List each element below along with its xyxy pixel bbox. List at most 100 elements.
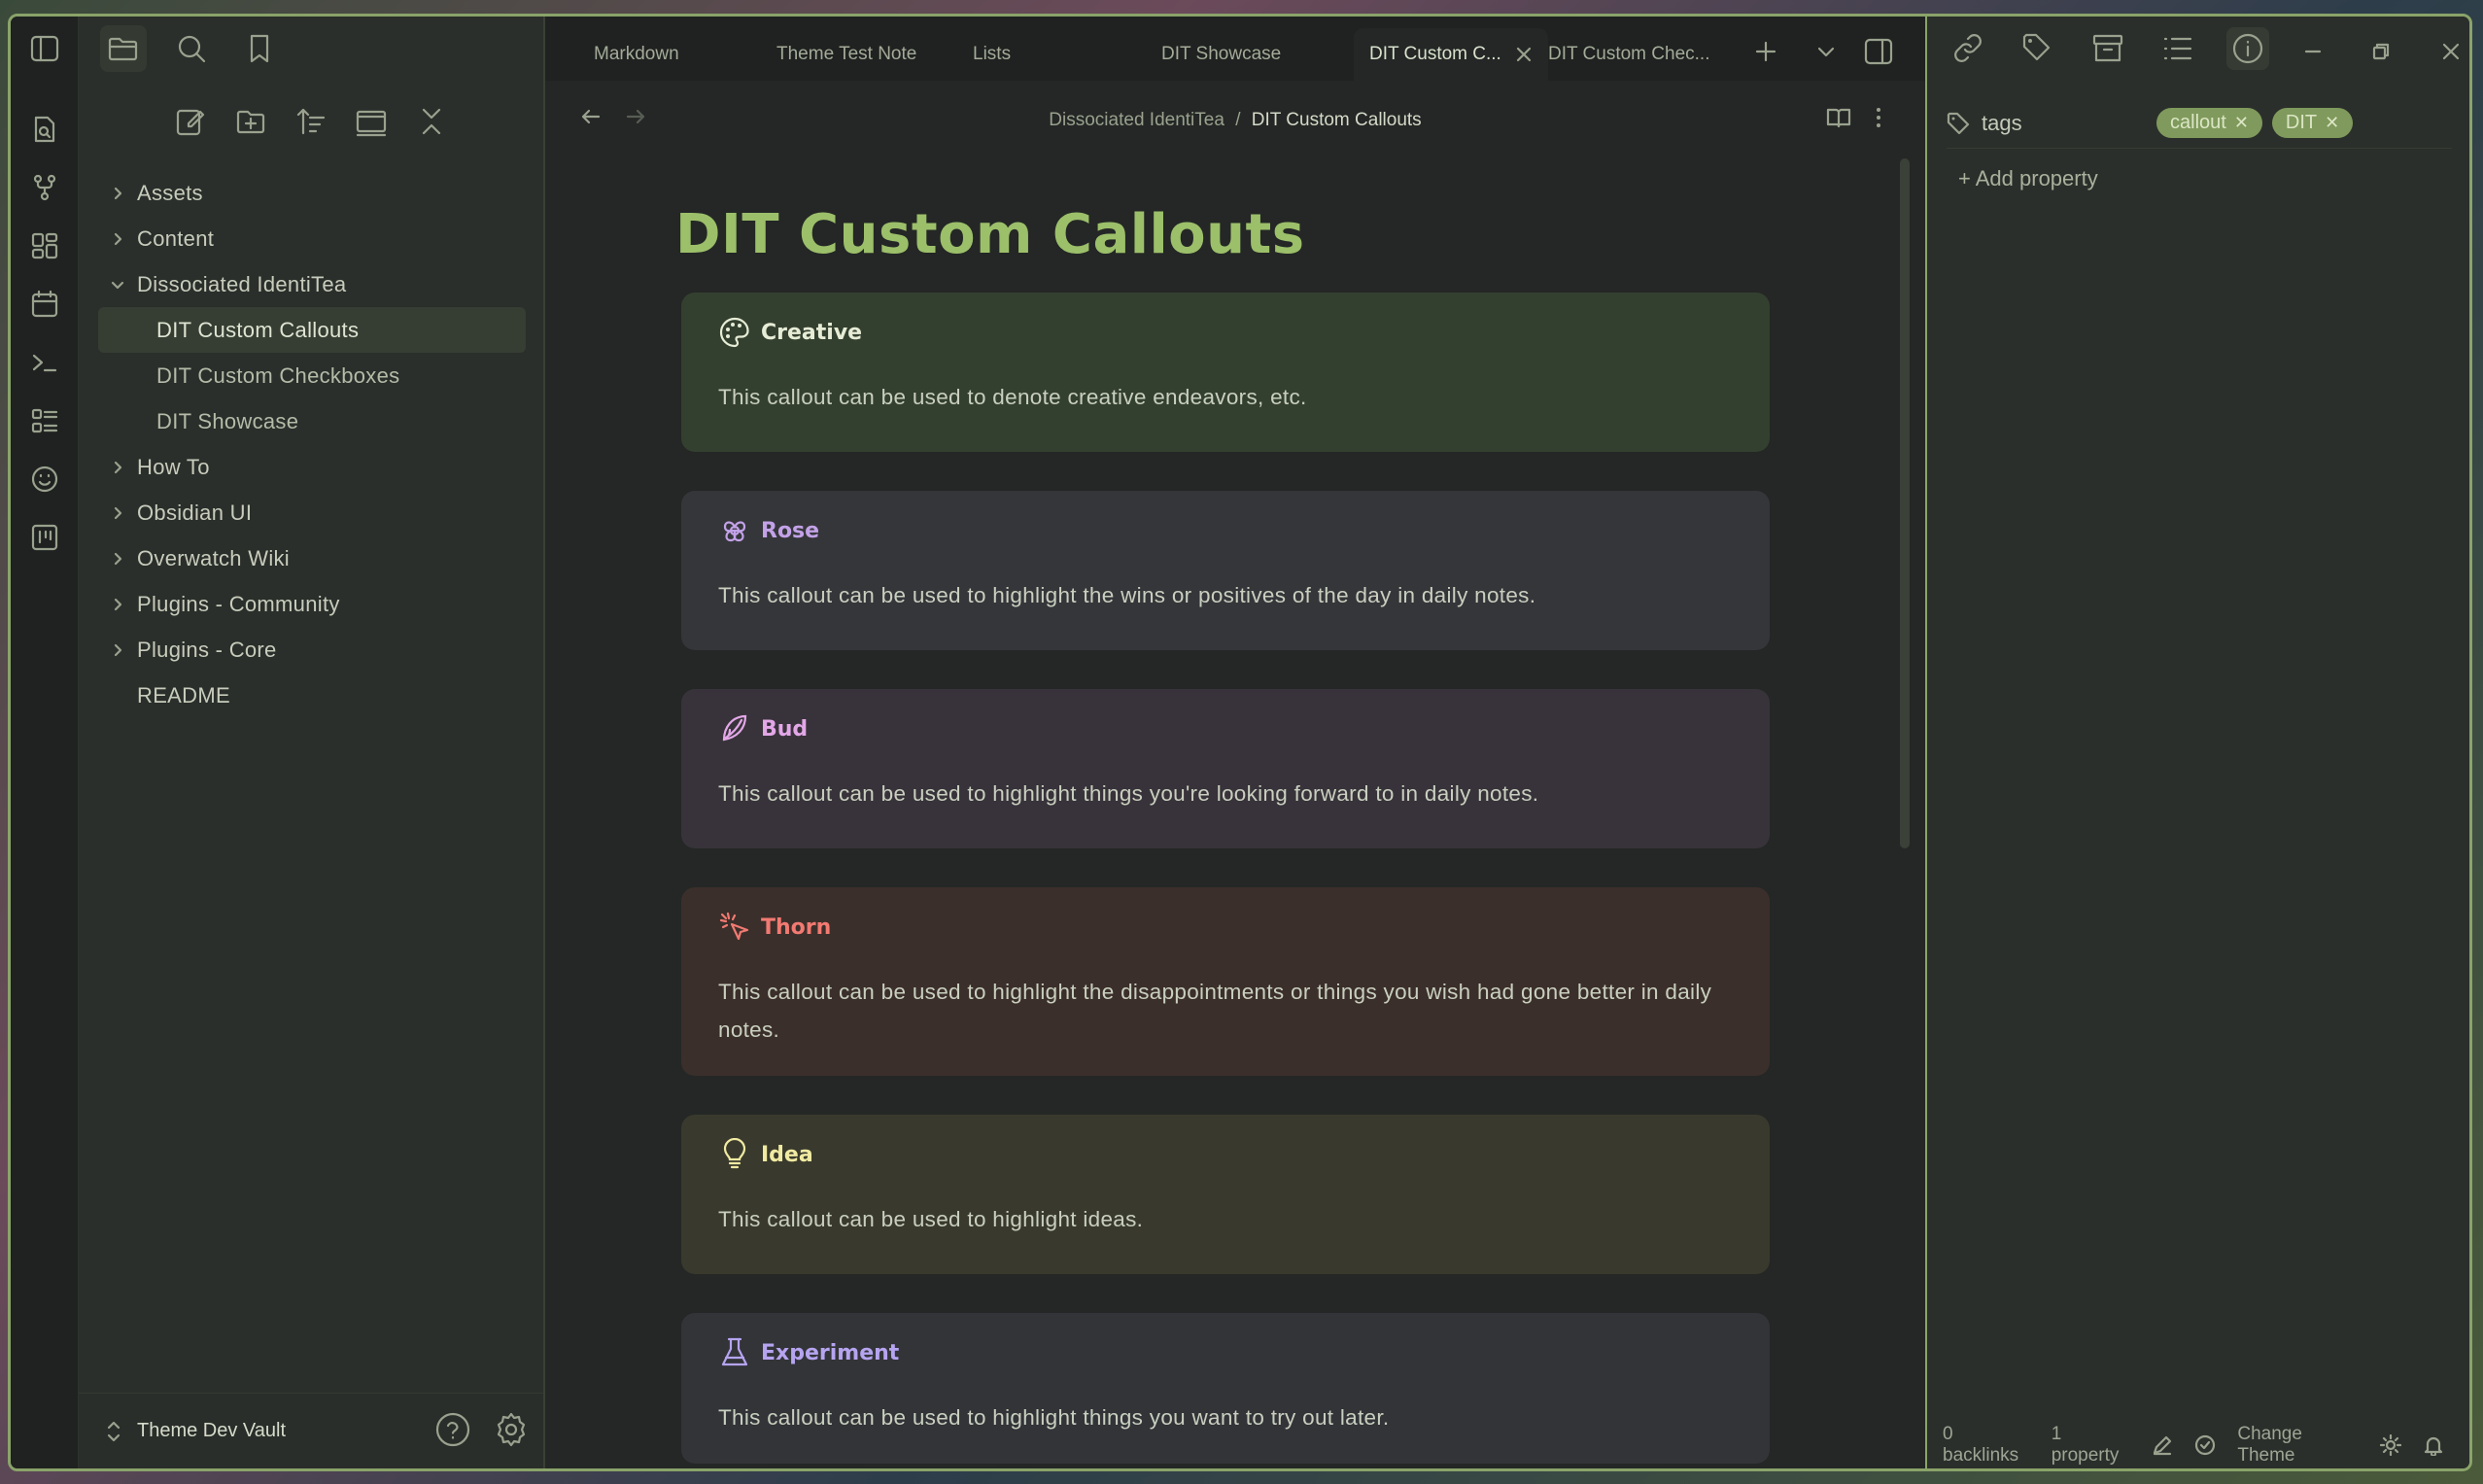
close-window-button[interactable]: [2436, 40, 2466, 63]
tree-folder-content[interactable]: Content: [98, 216, 526, 261]
callout-bud: Bud This callout can be used to highligh…: [681, 689, 1770, 848]
app-window: Assets Content Dissociated IdentiTea DIT…: [8, 14, 2472, 1471]
tree-folder-plugins-core[interactable]: Plugins - Core: [98, 627, 526, 673]
reading-view-button[interactable]: [1826, 106, 1851, 129]
breadcrumb-current: DIT Custom Callouts: [1251, 110, 1422, 130]
new-note-button[interactable]: [173, 104, 208, 139]
graph-view-button[interactable]: [11, 158, 79, 217]
tab-outline[interactable]: [2156, 27, 2199, 70]
gear-icon: [497, 1412, 526, 1447]
toggle-sidebar-button[interactable]: [11, 17, 79, 81]
breadcrumb-parent[interactable]: Dissociated IdentiTea: [1049, 110, 1224, 130]
templates-button[interactable]: [11, 392, 79, 450]
file-explorer-sidebar: Assets Content Dissociated IdentiTea DIT…: [79, 17, 545, 1468]
search-icon: [178, 35, 206, 63]
kanban-button[interactable]: [11, 508, 79, 567]
notification-bell-icon[interactable]: [2423, 1434, 2444, 1456]
flower-icon: [723, 521, 746, 542]
restore-icon: [2372, 43, 2390, 60]
remove-tag-icon[interactable]: ✕: [2325, 113, 2339, 133]
tree-folder-obsidian-ui[interactable]: Obsidian UI: [98, 490, 526, 535]
daily-note-button[interactable]: [11, 275, 79, 333]
help-circle-icon: [435, 1412, 470, 1447]
status-backlinks[interactable]: 0 backlinks: [1943, 1424, 2030, 1467]
collapse-all-button[interactable]: [414, 104, 449, 139]
bookmark-icon: [250, 34, 269, 63]
link-icon: [1954, 34, 1982, 62]
callout-rose: Rose This callout can be used to highlig…: [681, 491, 1770, 650]
tag-pill[interactable]: DIT ✕: [2271, 108, 2354, 138]
sort-button[interactable]: [293, 104, 328, 139]
tab-archive[interactable]: [2086, 27, 2129, 70]
note-content: DIT Custom Callouts Creative This callou…: [675, 143, 1770, 1468]
tree-item-label: Content: [137, 225, 215, 251]
command-palette-button[interactable]: [11, 333, 79, 392]
sync-check-icon[interactable]: [2194, 1434, 2216, 1456]
tree-folder-overwatch-wiki[interactable]: Overwatch Wiki: [98, 535, 526, 581]
new-tab-button[interactable]: [1748, 34, 1783, 69]
editor-scrollbar[interactable]: [1900, 158, 1910, 848]
close-icon: [2442, 43, 2460, 60]
editing-mode-icon[interactable]: [2152, 1434, 2173, 1456]
callout-body: This callout can be used to denote creat…: [718, 385, 1307, 409]
tree-item-label: Dissociated IdentiTea: [137, 271, 347, 296]
tab-markdown[interactable]: Markdown: [594, 28, 679, 81]
tree-file-dit-custom-checkboxes[interactable]: DIT Custom Checkboxes: [98, 353, 526, 398]
tree-folder-plugins-community[interactable]: Plugins - Community: [98, 581, 526, 627]
auto-reveal-button[interactable]: [354, 104, 389, 139]
tab-list-dropdown[interactable]: [1809, 34, 1844, 69]
tab-dit-showcase[interactable]: DIT Showcase: [1161, 28, 1281, 81]
toggle-right-sidebar-button[interactable]: [1861, 34, 1896, 69]
chevron-right-icon: [98, 505, 137, 521]
tab-dit-custom-checkboxes[interactable]: DIT Custom Chec...: [1548, 28, 1709, 81]
tag-pill[interactable]: callout ✕: [2156, 108, 2262, 138]
tab-bar: Markdown Theme Test Note Lists DIT Showc…: [545, 17, 1925, 81]
callout-thorn: Thorn This callout can be used to highli…: [681, 887, 1770, 1076]
minimize-button[interactable]: [2298, 40, 2328, 63]
tree-item-label: DIT Custom Checkboxes: [156, 362, 400, 388]
help-button[interactable]: [434, 1411, 471, 1448]
tab-file-properties[interactable]: [2226, 27, 2269, 70]
breadcrumb: Dissociated IdentiTea / DIT Custom Callo…: [545, 110, 1925, 131]
open-quick-switcher-button[interactable]: [11, 100, 79, 158]
more-vertical-icon: [1877, 108, 1880, 127]
tree-folder-how-to[interactable]: How To: [98, 444, 526, 490]
remove-tag-icon[interactable]: ✕: [2234, 113, 2249, 133]
chevron-right-icon: [98, 551, 137, 567]
tab-dit-custom-callouts[interactable]: DIT Custom C...: [1354, 28, 1548, 81]
tree-folder-dissociated-identitea[interactable]: Dissociated IdentiTea: [98, 261, 526, 307]
tab-outgoing-links[interactable]: [1947, 27, 1989, 70]
restore-button[interactable]: [2366, 40, 2396, 63]
callout-body: This callout can be used to highlight th…: [718, 980, 1712, 1042]
canvas-button[interactable]: [11, 217, 79, 275]
new-folder-button[interactable]: [233, 104, 268, 139]
kanban-icon: [31, 524, 58, 551]
close-tab-icon[interactable]: [1515, 46, 1533, 63]
callout-body: This callout can be used to highlight th…: [718, 781, 1539, 806]
tab-bookmarks[interactable]: [236, 25, 283, 72]
add-property-button[interactable]: + Add property: [1958, 166, 2452, 191]
info-icon: [2232, 33, 2263, 64]
callout-title: Creative: [761, 320, 863, 345]
tab-tags[interactable]: [2017, 27, 2059, 70]
tree-file-dit-custom-callouts[interactable]: DIT Custom Callouts: [98, 307, 526, 353]
tree-folder-assets[interactable]: Assets: [98, 170, 526, 216]
page-title: DIT Custom Callouts: [675, 203, 1305, 266]
vault-switcher[interactable]: Theme Dev Vault: [79, 1393, 543, 1468]
tab-search[interactable]: [168, 25, 215, 72]
sun-icon[interactable]: [2380, 1434, 2401, 1456]
right-sidebar: tags callout ✕ DIT ✕ + Add property 0 back…: [1925, 17, 2469, 1468]
more-options-button[interactable]: [1875, 106, 1882, 129]
tree-file-readme[interactable]: README: [98, 673, 526, 718]
property-key[interactable]: tags: [1982, 111, 2156, 136]
tab-files[interactable]: [100, 25, 147, 72]
callout-body: This callout can be used to highlight id…: [718, 1207, 1144, 1231]
tree-file-dit-showcase[interactable]: DIT Showcase: [98, 398, 526, 444]
style-settings-button[interactable]: [11, 450, 79, 508]
change-theme-button[interactable]: Change Theme: [2237, 1424, 2359, 1467]
tab-theme-test-note[interactable]: Theme Test Note: [776, 28, 916, 81]
tab-lists[interactable]: Lists: [973, 28, 1011, 81]
tree-item-label: Overwatch Wiki: [137, 545, 290, 570]
settings-button[interactable]: [493, 1411, 530, 1448]
status-properties[interactable]: 1 property: [2052, 1424, 2131, 1467]
